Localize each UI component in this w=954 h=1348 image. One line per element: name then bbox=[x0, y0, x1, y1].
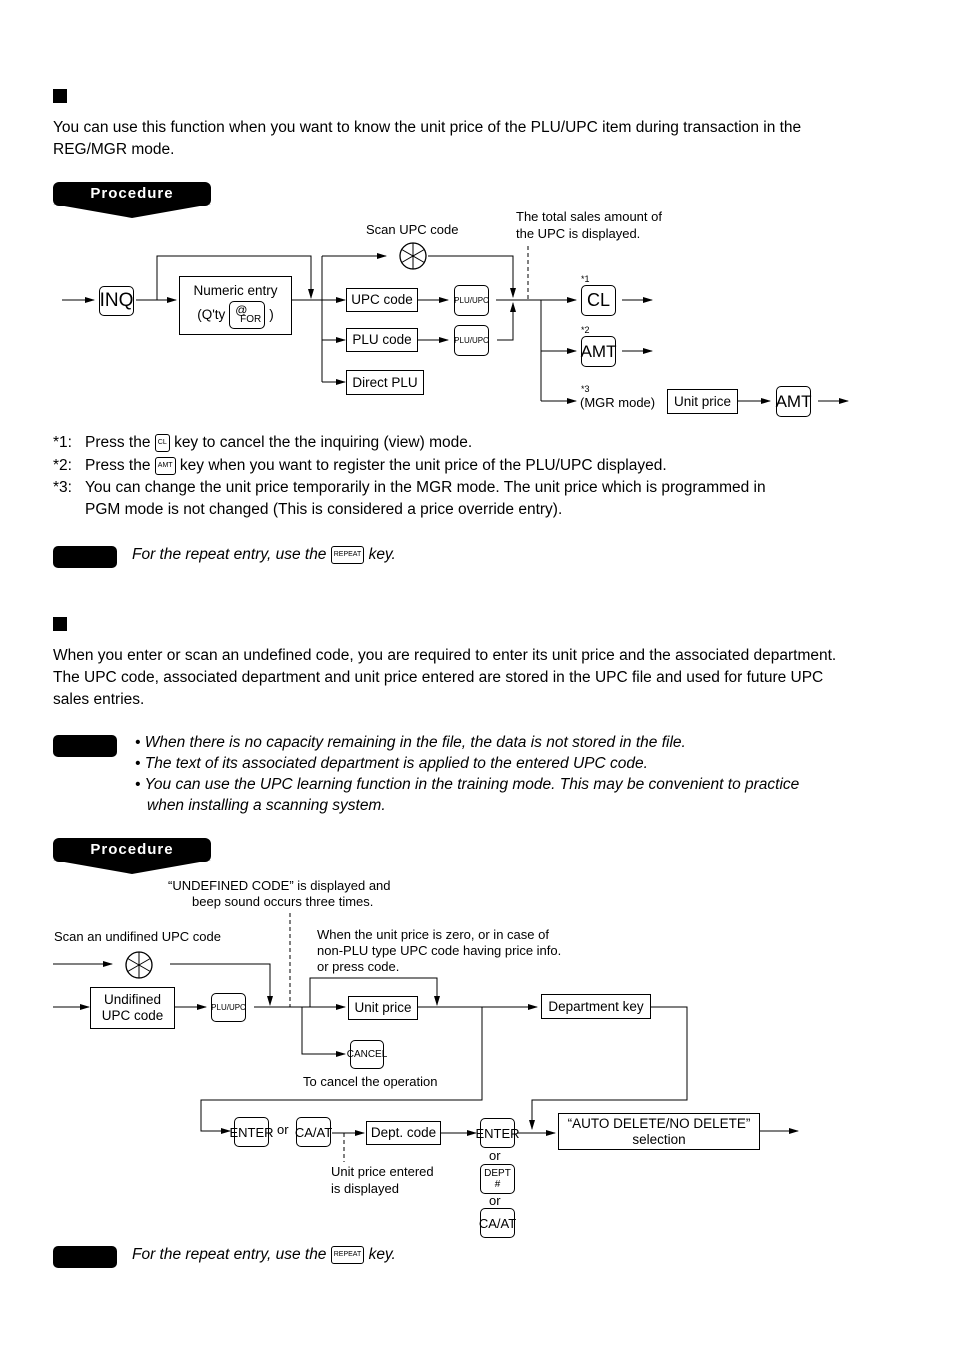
zero-note-line2: non-PLU type UPC code having price info. bbox=[317, 943, 562, 958]
department-key-box: Department key bbox=[541, 994, 651, 1019]
cl-key-inline: CL bbox=[154, 433, 170, 452]
footnote-3: *3: You can change the unit price tempora… bbox=[53, 477, 766, 499]
box-line: Undifined bbox=[103, 992, 162, 1007]
plu-upc-key: PLU/UPC bbox=[454, 285, 489, 316]
qty-suffix: ) bbox=[269, 306, 274, 322]
direct-plu-box: Direct PLU bbox=[346, 370, 424, 395]
cancel-note: To cancel the operation bbox=[303, 1074, 438, 1089]
procedure-banner: Procedure bbox=[53, 838, 211, 876]
amt-key: AMT bbox=[581, 336, 616, 367]
dept-key: DEPT # bbox=[480, 1164, 515, 1194]
repeat-key-inline: REPEAT bbox=[330, 545, 365, 564]
inq-key: INQ bbox=[99, 286, 134, 316]
section-marker-square bbox=[53, 617, 67, 631]
footnote-text: key to cancel the the inquiring (view) m… bbox=[174, 434, 473, 451]
footnote-mark-2: *2 bbox=[581, 325, 590, 335]
repeat-note: For the repeat entry, use the REPEAT key… bbox=[132, 1244, 396, 1265]
note-badge bbox=[53, 1246, 117, 1268]
footnote-text: key when you want to register the unit p… bbox=[179, 457, 667, 474]
footnote-2: *2: Press the AMT key when you want to re… bbox=[53, 455, 667, 477]
or-label: or bbox=[277, 1122, 289, 1137]
enter-key: ENTER bbox=[475, 1118, 520, 1148]
at-for-key-bottom: FOR bbox=[240, 313, 262, 325]
repeat-note: For the repeat entry, use the REPEAT key… bbox=[132, 544, 396, 565]
unit-price-note-line2: is displayed bbox=[331, 1181, 399, 1196]
note-text: For the repeat entry, use the bbox=[132, 546, 327, 563]
box-line: selection bbox=[632, 1131, 686, 1147]
flow-arrow bbox=[301, 1007, 346, 1057]
repeat-key-inline: REPEAT bbox=[330, 1245, 365, 1264]
plu-code-box: PLU code bbox=[346, 328, 418, 352]
amt-key-inline: AMT bbox=[154, 456, 176, 475]
footnote-mark-3: *3 bbox=[581, 384, 590, 394]
flow-arrow bbox=[497, 302, 516, 341]
numeric-entry-label: Numeric entry bbox=[193, 282, 278, 298]
footnote-mark: *2: bbox=[53, 457, 72, 474]
numeric-entry-box: Numeric entry (Q'ty @ FOR ) bbox=[179, 276, 292, 335]
scanner-icon bbox=[125, 951, 153, 979]
upc-code-box: UPC code bbox=[346, 288, 418, 312]
plu-upc-key: PLU/UPC bbox=[211, 993, 246, 1022]
cancel-key: CANCEL bbox=[347, 1040, 387, 1069]
amt-key: AMT bbox=[776, 386, 811, 417]
note-text: key. bbox=[368, 546, 396, 563]
dept-key-top: DEPT bbox=[484, 1168, 511, 1179]
footnote-3-cont: PGM mode is not changed (This is conside… bbox=[85, 501, 563, 518]
unit-price-note-line1: Unit price entered bbox=[331, 1164, 434, 1179]
ca-at-key: CA/AT bbox=[479, 1208, 516, 1238]
scanner-icon bbox=[399, 242, 427, 270]
total-note-line1: The total sales amount of bbox=[516, 209, 662, 224]
note-badge bbox=[53, 735, 117, 757]
footnote-text: Press the bbox=[85, 434, 151, 451]
plu-upc-key: PLU/UPC bbox=[454, 325, 489, 356]
procedure-banner-arrow bbox=[53, 860, 211, 874]
or-label: or bbox=[489, 1193, 501, 1208]
zero-note-line1: When the unit price is zero, or in case … bbox=[317, 927, 549, 942]
note-item: • When there is no capacity remaining in… bbox=[135, 734, 686, 751]
enter-key: ENTER bbox=[229, 1117, 274, 1147]
or-label: or bbox=[489, 1148, 501, 1163]
footnote-mark: *3: bbox=[53, 479, 72, 496]
auto-delete-selection-box: “AUTO DELETE/NO DELETE” selection bbox=[558, 1113, 760, 1150]
footnote-mark-1: *1 bbox=[581, 274, 590, 284]
total-note-line2: the UPC is displayed. bbox=[516, 226, 641, 241]
procedure-label: Procedure bbox=[90, 841, 174, 858]
notes-list: • When there is no capacity remaining in… bbox=[133, 732, 813, 816]
at-for-key: @ FOR bbox=[229, 300, 266, 329]
section2-intro: When you enter or scan an undefined code… bbox=[53, 647, 837, 708]
qty-line: (Q'ty @ FOR ) bbox=[197, 300, 274, 329]
box-line: UPC code bbox=[101, 1008, 164, 1023]
flow-arrow bbox=[529, 1006, 688, 1130]
unit-price-box: Unit price bbox=[667, 389, 738, 414]
undefined-note-line2: beep sound occurs three times. bbox=[192, 894, 374, 909]
note-text: key. bbox=[368, 1246, 396, 1263]
note-item: • You can use the UPC learning function … bbox=[135, 776, 800, 814]
zero-note-line3: or press code. bbox=[317, 959, 400, 974]
flow-arrow bbox=[200, 1007, 483, 1134]
footnote-text: Press the bbox=[85, 457, 151, 474]
scan-undefined-label: Scan an undifined UPC code bbox=[54, 929, 221, 944]
cl-key: CL bbox=[581, 285, 616, 316]
footnote-text: You can change the unit price temporaril… bbox=[85, 479, 766, 496]
box-line: “AUTO DELETE/NO DELETE” bbox=[567, 1115, 751, 1131]
mgr-mode-label: (MGR mode) bbox=[580, 395, 656, 410]
note-text: For the repeat entry, use the bbox=[132, 1246, 327, 1263]
footnote-mark: *1: bbox=[53, 434, 72, 451]
dept-key-bottom: # bbox=[494, 1179, 501, 1190]
ca-at-key: CA/AT bbox=[295, 1117, 332, 1147]
scan-upc-label: Scan UPC code bbox=[366, 222, 459, 237]
footnote-1: *1: Press the CL key to cancel the the in… bbox=[53, 432, 472, 454]
unit-price-box: Unit price bbox=[348, 996, 418, 1020]
at-for-key-top: @ bbox=[235, 302, 248, 317]
note-item: • The text of its associated department … bbox=[135, 755, 648, 772]
dept-code-box: Dept. code bbox=[366, 1121, 441, 1145]
note-badge bbox=[53, 546, 117, 568]
undefined-note-line1: “UNDEFINED CODE” is displayed and bbox=[168, 878, 391, 893]
undefined-upc-box: Undifined UPC code bbox=[90, 987, 175, 1029]
qty-prefix: (Q'ty bbox=[197, 306, 226, 322]
